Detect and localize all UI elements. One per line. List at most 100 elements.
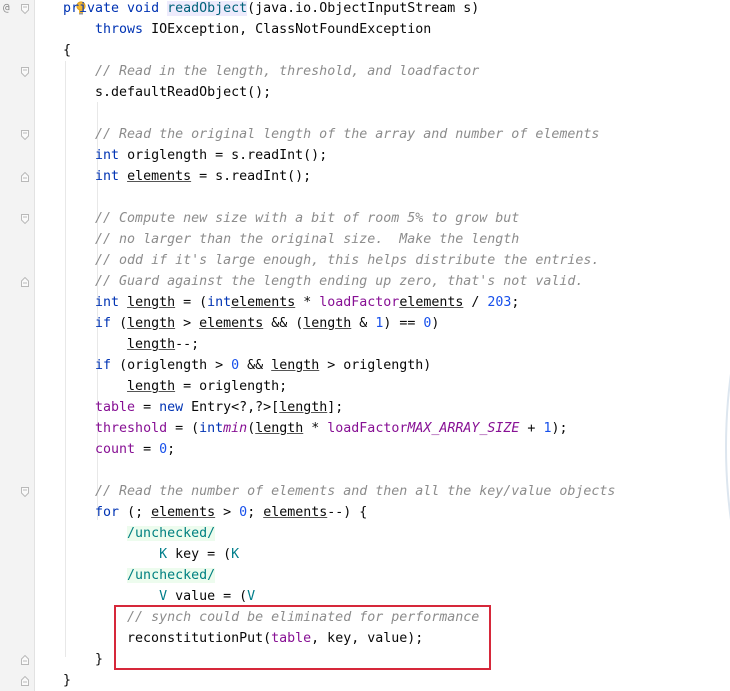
code-line[interactable]: if (origlength > 0 && length > origlengt… <box>63 355 431 376</box>
code-line[interactable]: V value = (V <box>63 586 255 607</box>
code-token: = s.readInt(); <box>191 169 312 184</box>
code-line[interactable]: int elements = s.readInt(); <box>63 166 311 187</box>
code-token: throws <box>95 22 152 37</box>
code-line[interactable]: length = origlength; <box>63 376 287 397</box>
code-line[interactable]: count = 0; <box>63 439 175 460</box>
code-token: > <box>175 316 200 331</box>
code-line[interactable]: if (length > elements && (length & 1) ==… <box>63 313 439 334</box>
code-token: (origlength > <box>119 358 232 373</box>
fold-close-icon[interactable] <box>21 676 29 686</box>
code-token: loadFactor <box>327 421 408 436</box>
fold-open-icon[interactable] <box>21 487 29 497</box>
code-token: /unchecked/ <box>127 568 216 583</box>
code-line[interactable]: // odd if it's large enough, this helps … <box>63 250 599 271</box>
code-token: origlength = s.readInt(); <box>127 148 328 163</box>
code-token: int <box>95 169 128 184</box>
code-token: V <box>247 589 256 604</box>
fold-open-icon[interactable] <box>21 4 29 14</box>
override-marker-icon[interactable]: @ <box>3 1 10 14</box>
code-token: ( <box>119 316 128 331</box>
code-token: ) <box>431 316 440 331</box>
code-line[interactable]: { <box>63 40 71 61</box>
code-token: V <box>159 589 168 604</box>
code-token: 0 <box>231 358 240 373</box>
code-token: * <box>303 421 328 436</box>
code-token: > <box>215 505 240 520</box>
code-line[interactable]: int length = (intelements * loadFactorel… <box>63 292 519 313</box>
code-line[interactable]: } <box>63 649 103 670</box>
code-line[interactable]: } <box>63 670 71 691</box>
code-line[interactable]: length--; <box>63 334 199 355</box>
code-token: int <box>95 148 128 163</box>
code-token: length <box>271 358 320 373</box>
code-token: + <box>519 421 544 436</box>
fold-open-icon[interactable] <box>21 214 29 224</box>
fold-close-icon[interactable] <box>21 655 29 665</box>
code-line[interactable]: threshold = (intmin(length * loadFactorM… <box>63 418 567 439</box>
code-line[interactable]: table = new Entry<?,?>[length]; <box>63 397 343 418</box>
code-token: = <box>135 442 160 457</box>
code-line[interactable]: // Guard against the length ending up ze… <box>63 271 583 292</box>
code-line[interactable]: /unchecked/ <box>63 565 216 586</box>
code-token: int <box>199 421 224 436</box>
code-token: ; <box>511 295 520 310</box>
code-token: private <box>63 1 128 16</box>
code-line[interactable]: // Read in the length, threshold, and lo… <box>63 61 479 82</box>
code-token: table <box>271 631 312 646</box>
code-token: 0 <box>159 442 168 457</box>
fold-open-icon[interactable] <box>21 67 29 77</box>
code-token: && <box>239 358 272 373</box>
code-token: = <box>135 400 160 415</box>
code-token: ); <box>551 421 568 436</box>
code-token: --) { <box>327 505 368 520</box>
code-token: threshold <box>95 421 168 436</box>
code-token: reconstitutionPut( <box>63 631 272 646</box>
fold-close-icon[interactable] <box>21 172 29 182</box>
code-line[interactable]: // Read the number of elements and then … <box>63 481 615 502</box>
code-token: & <box>351 316 376 331</box>
fold-open-icon[interactable] <box>21 130 29 140</box>
code-token: int <box>207 295 232 310</box>
code-token: IOException, ClassNotFoundException <box>151 22 432 37</box>
code-line[interactable]: // Read the original length of the array… <box>63 124 599 145</box>
code-line[interactable]: for (; elements > 0; elements--) { <box>63 502 367 523</box>
code-line[interactable]: s.defaultReadObject(); <box>63 82 271 103</box>
code-token: length <box>127 295 176 310</box>
background-watermark <box>725 210 730 684</box>
code-line[interactable]: throws IOException, ClassNotFoundExcepti… <box>63 19 431 40</box>
code-token: // no larger than the original size. Mak… <box>95 232 520 247</box>
code-line[interactable]: // Compute new size with a bit of room 5… <box>63 208 519 229</box>
code-editor[interactable]: private void readObject(java.io.ObjectIn… <box>35 0 730 691</box>
fold-close-icon[interactable] <box>21 277 29 287</box>
code-token: ) == <box>383 316 424 331</box>
code-line[interactable]: private void readObject(java.io.ObjectIn… <box>63 0 479 19</box>
code-line[interactable]: K key = (K <box>63 544 239 565</box>
code-line[interactable]: // no larger than the original size. Mak… <box>63 229 519 250</box>
code-token: , key, value); <box>311 631 424 646</box>
code-token: Entry<?,?>[ <box>191 400 280 415</box>
code-token: && ( <box>263 316 304 331</box>
code-line[interactable]: /unchecked/ <box>63 523 216 544</box>
code-token: // Guard against the length ending up ze… <box>95 274 584 289</box>
code-token: ]; <box>327 400 344 415</box>
code-line[interactable]: reconstitutionPut(table, key, value); <box>63 628 423 649</box>
code-line[interactable]: // synch could be eliminated for perform… <box>63 607 479 628</box>
code-token: length <box>127 379 176 394</box>
code-token: = ( <box>167 421 200 436</box>
code-line[interactable]: int origlength = s.readInt(); <box>63 145 327 166</box>
code-token: int <box>95 295 128 310</box>
code-token: ; <box>167 442 176 457</box>
